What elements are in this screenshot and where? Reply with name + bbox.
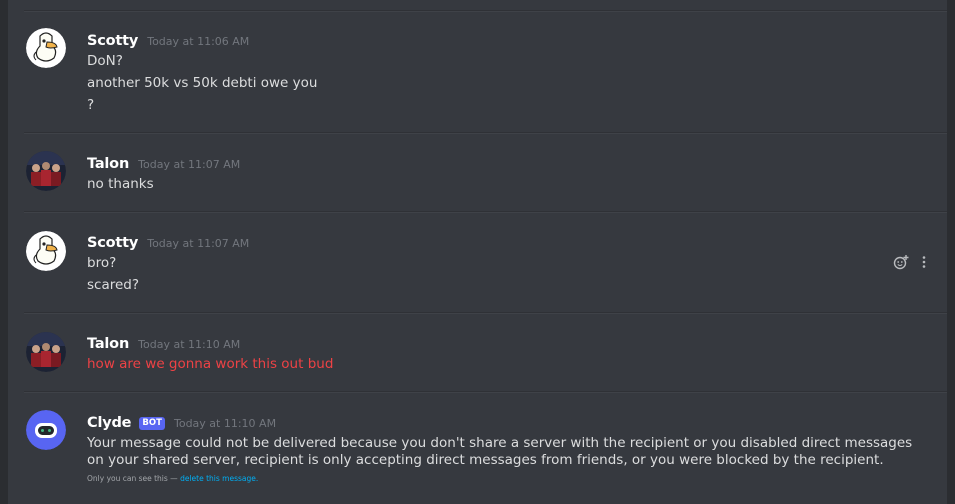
ephemeral-label: Only you can see this —	[87, 474, 178, 483]
username[interactable]: Talon	[87, 336, 129, 352]
message-header: Talon Today at 11:10 AM	[87, 333, 240, 352]
message-divider	[24, 391, 947, 393]
duck-avatar-icon	[26, 231, 66, 271]
timestamp[interactable]: Today at 11:10 AM	[174, 417, 276, 430]
message-text: bro?	[87, 255, 117, 271]
failed-message-text: how are we gonna work this out bud	[87, 356, 334, 372]
more-options-icon[interactable]	[921, 254, 927, 273]
message-text: scared?	[87, 277, 140, 293]
add-reaction-icon[interactable]	[893, 254, 909, 274]
timestamp[interactable]: Today at 11:10 AM	[138, 338, 240, 351]
message-divider	[24, 132, 947, 134]
message-header: Clyde BOT Today at 11:10 AM	[87, 412, 276, 431]
message-header: Scotty Today at 11:06 AM	[87, 30, 249, 49]
timestamp[interactable]: Today at 11:07 AM	[147, 237, 249, 250]
username[interactable]: Scotty	[87, 235, 138, 251]
message-divider	[24, 10, 947, 12]
avatar-scotty[interactable]	[26, 231, 66, 271]
avatar-talon[interactable]	[26, 332, 66, 372]
duck-avatar-icon	[26, 28, 66, 68]
avatar-scotty[interactable]	[26, 28, 66, 68]
message-header: Talon Today at 11:07 AM	[87, 153, 240, 172]
system-message-text: Your message could not be delivered beca…	[87, 435, 913, 468]
discord-window: Scotty Today at 11:06 AM DoN? another 50…	[0, 0, 955, 504]
message-text: ?	[87, 97, 95, 113]
timestamp[interactable]: Today at 11:07 AM	[138, 158, 240, 171]
clyde-bot-avatar-icon	[26, 410, 66, 450]
message-text: no thanks	[87, 176, 154, 192]
delete-message-link[interactable]: delete this message.	[180, 474, 258, 483]
username[interactable]: Talon	[87, 156, 129, 172]
ephemeral-notice: Only you can see this — delete this mess…	[87, 474, 258, 483]
message-divider	[24, 312, 947, 314]
timestamp[interactable]: Today at 11:06 AM	[147, 35, 249, 48]
username[interactable]: Clyde	[87, 415, 131, 431]
bot-tag: BOT	[139, 417, 165, 430]
message-list: Scotty Today at 11:06 AM DoN? another 50…	[8, 0, 947, 504]
username[interactable]: Scotty	[87, 33, 138, 49]
avatar-talon[interactable]	[26, 151, 66, 191]
message-text: another 50k vs 50k debti owe you	[87, 75, 318, 91]
message-text: DoN?	[87, 53, 123, 69]
message-header: Scotty Today at 11:07 AM	[87, 232, 249, 251]
avatar-clyde[interactable]	[26, 410, 66, 450]
group-photo-avatar-icon	[26, 151, 66, 191]
message-divider	[24, 211, 947, 213]
message-hover-actions	[886, 253, 927, 273]
group-photo-avatar-icon	[26, 332, 66, 372]
